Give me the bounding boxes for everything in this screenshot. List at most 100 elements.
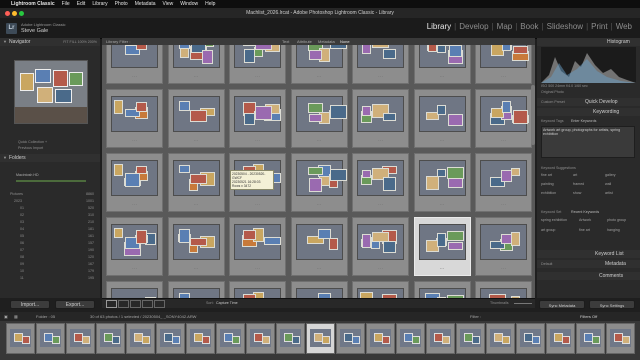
keyword-suggestion[interactable]: wall (605, 182, 611, 186)
filmstrip-thumbnail[interactable] (276, 323, 305, 354)
keyword-suggestion[interactable]: painting (541, 182, 554, 186)
grid-thumbnail[interactable]: ··· (413, 45, 471, 84)
rating-dots[interactable]: ··· (194, 138, 199, 144)
grid-thumbnail[interactable]: ··· (290, 45, 348, 84)
filmstrip-thumbnail[interactable] (66, 323, 95, 354)
grid-thumbnail[interactable]: ··· (475, 153, 532, 212)
menu-edit[interactable]: Edit (77, 0, 86, 8)
rating-dots[interactable]: ··· (501, 138, 506, 144)
folder-row[interactable]: 08 (20, 255, 24, 259)
filmstrip-thumbnail[interactable] (246, 323, 275, 354)
volume-name[interactable]: Macintosh HD (16, 173, 39, 177)
grid-thumbnail[interactable]: ··· (475, 89, 532, 148)
navigator-zoom-options[interactable]: FIT FILL 100% 200% (63, 38, 97, 46)
sync-settings-button[interactable]: Sync Settings (589, 300, 635, 309)
rating-dots[interactable]: ··· (255, 266, 260, 272)
rating-dots[interactable]: ··· (194, 266, 199, 272)
grid-thumbnail[interactable]: ··· (229, 281, 286, 298)
keyword-set-dropdown[interactable]: Recent Keywords (571, 210, 599, 214)
grid-thumbnail[interactable]: ··· (352, 217, 409, 276)
rating-dots[interactable]: ··· (255, 202, 260, 208)
rating-dots[interactable]: ··· (378, 266, 383, 272)
filter-tab-none[interactable]: None (340, 38, 350, 45)
grid-thumbnail[interactable]: ··· (167, 153, 225, 212)
keyword-set-item[interactable]: photo group (607, 218, 626, 222)
folder-row[interactable]: 05 (20, 234, 24, 238)
keyword-tags-mode[interactable]: Enter Keywords (571, 119, 596, 123)
filmstrip-thumbnail[interactable] (306, 323, 335, 354)
comments-header[interactable]: Comments (537, 272, 640, 280)
menu-help[interactable]: Help (205, 0, 215, 8)
quick-develop-preset[interactable]: Custom Preset (541, 100, 565, 104)
navigator-header[interactable]: ▼ Navigator FIT FILL 100% 200% (0, 38, 100, 46)
rating-dots[interactable]: ··· (440, 74, 445, 80)
grid-thumbnail[interactable]: ··· (352, 153, 409, 212)
grid-thumbnail[interactable]: ··· (167, 217, 225, 276)
folder-row[interactable]: 04 (20, 227, 24, 231)
folder-row[interactable]: 10 (20, 269, 24, 273)
grid-thumbnail[interactable]: ··· (106, 217, 163, 276)
rating-dots[interactable]: ··· (255, 138, 260, 144)
grid-thumbnail[interactable]: ··· (352, 45, 409, 84)
import-button[interactable]: Import... (10, 300, 50, 309)
grid-thumbnail[interactable]: ··· (352, 281, 409, 298)
grid-thumbnail[interactable]: ··· (229, 45, 286, 84)
filmstrip-thumbnail[interactable] (426, 323, 455, 354)
menu-file[interactable]: File (62, 0, 70, 8)
rating-dots[interactable]: ··· (317, 266, 322, 272)
grid-thumbnail[interactable]: ··· (106, 153, 163, 212)
folder-source[interactable]: Folder : 05 (36, 312, 55, 321)
rating-dots[interactable]: ··· (440, 202, 445, 208)
grid-thumbnail[interactable]: ··· (290, 89, 348, 148)
rating-dots[interactable]: ··· (194, 202, 199, 208)
rating-dots[interactable]: ··· (255, 74, 260, 80)
keyword-set-item[interactable]: art group (541, 228, 555, 232)
menu-photo[interactable]: Photo (115, 0, 128, 8)
export-button[interactable]: Export... (55, 300, 95, 309)
compare-view-icon[interactable] (130, 300, 141, 308)
module-map[interactable]: Map (497, 22, 513, 31)
filmstrip-thumbnail[interactable] (336, 323, 365, 354)
grid-thumbnail[interactable]: ··· (413, 281, 471, 298)
filter-dropdown[interactable]: Filters Off (580, 312, 597, 321)
previous-import-row[interactable]: Previous Import (18, 146, 43, 150)
rating-dots[interactable]: ··· (378, 74, 383, 80)
grid-thumbnail[interactable]: ··· (106, 89, 163, 148)
module-library[interactable]: Library (427, 22, 451, 31)
sort-dropdown[interactable]: Capture Time (216, 301, 238, 305)
grid-thumbnail[interactable]: ··· (106, 45, 163, 84)
menu-app-name[interactable]: Lightroom Classic (11, 0, 55, 8)
filmstrip-thumbnail[interactable] (126, 323, 155, 354)
grid-thumbnail[interactable]: ··· (229, 89, 286, 148)
menu-library[interactable]: Library (92, 0, 107, 8)
keyword-suggestion[interactable]: art (573, 173, 577, 177)
metadata-preset-dropdown[interactable]: Default (541, 260, 552, 268)
folder-row[interactable]: 01 (20, 206, 24, 210)
rating-dots[interactable]: ··· (132, 266, 137, 272)
keyword-suggestion[interactable]: exhibition (541, 191, 556, 195)
rating-dots[interactable]: ··· (194, 74, 199, 80)
rating-dots[interactable]: ··· (501, 74, 506, 80)
rating-dots[interactable]: ··· (378, 202, 383, 208)
menu-metadata[interactable]: Metadata (135, 0, 156, 8)
folder-row[interactable]: 07 (20, 248, 24, 252)
module-web[interactable]: Web (616, 22, 632, 31)
filmstrip-thumbnail[interactable] (6, 323, 35, 354)
keyword-suggestion[interactable]: framed (573, 182, 584, 186)
grid-thumbnail[interactable]: ··· (413, 217, 471, 276)
module-slideshow[interactable]: Slideshow (547, 22, 583, 31)
grid-thumbnail[interactable]: ··· (167, 281, 225, 298)
people-view-icon[interactable] (154, 300, 165, 308)
menu-view[interactable]: View (163, 0, 174, 8)
keyword-suggestion[interactable]: gallery (605, 173, 616, 177)
secondary-display-icon[interactable]: ▣ (4, 312, 8, 321)
folder-row[interactable]: 06 (20, 241, 24, 245)
filmstrip-thumbnail[interactable] (606, 323, 635, 354)
keyword-set-item[interactable]: Artwork (579, 218, 591, 222)
filmstrip-thumbnail[interactable] (396, 323, 425, 354)
grid-thumbnail[interactable]: ··· (229, 217, 286, 276)
grid-thumbnail[interactable]: ··· (475, 281, 532, 298)
grid-thumbnail[interactable]: ··· (290, 153, 348, 212)
filmstrip-thumbnail[interactable] (516, 323, 545, 354)
close-window-button[interactable] (5, 11, 10, 16)
